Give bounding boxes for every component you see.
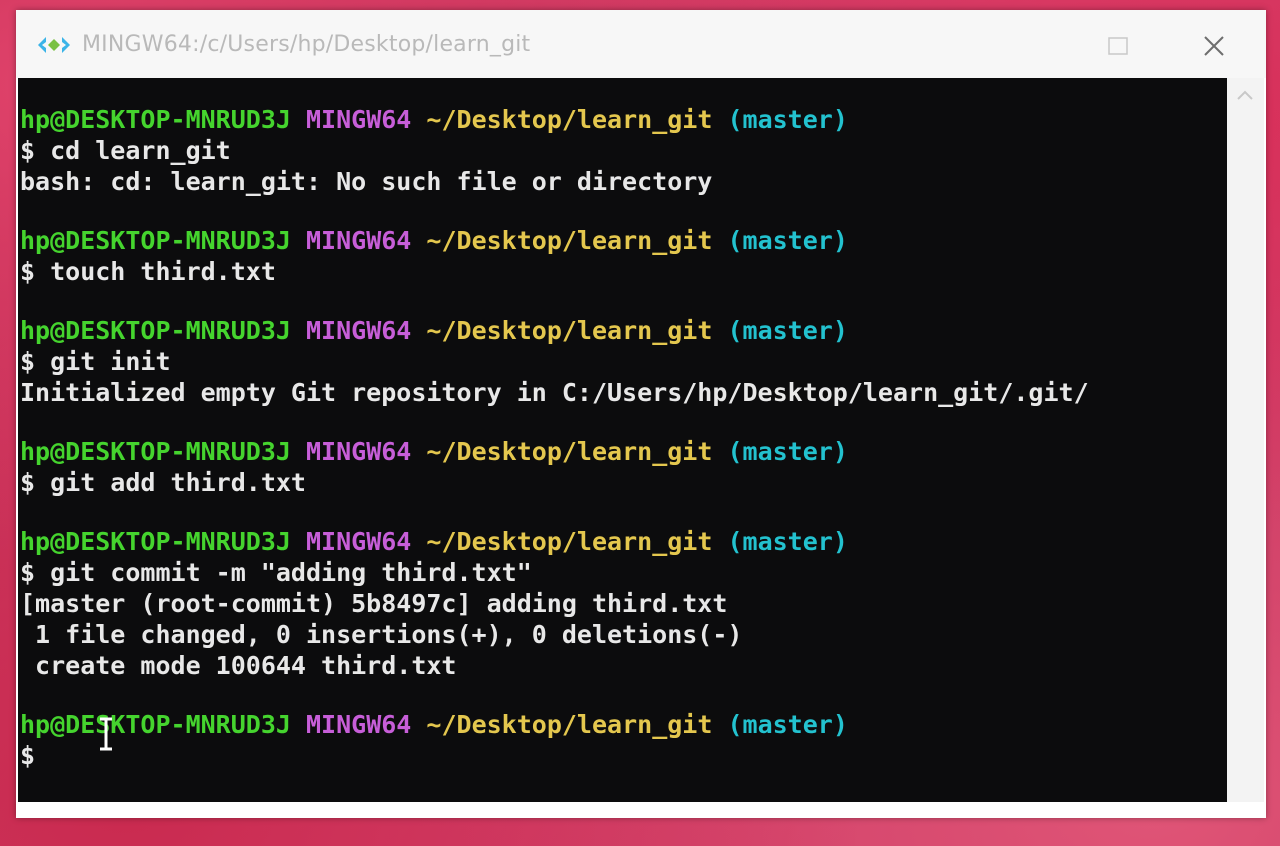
prompt-line: hp@DESKTOP-MNRUD3J MINGW64 ~/Desktop/lea…	[20, 526, 1227, 557]
prompt-branch: (master)	[727, 437, 848, 466]
maximize-icon	[1108, 37, 1128, 55]
prompt-line: hp@DESKTOP-MNRUD3J MINGW64 ~/Desktop/lea…	[20, 225, 1227, 256]
prompt-user: hp@DESKTOP-MNRUD3J	[20, 316, 291, 345]
command-line: $ git init	[20, 347, 171, 376]
prompt-shell: MINGW64	[306, 710, 412, 739]
prompt-user: hp@DESKTOP-MNRUD3J	[20, 437, 291, 466]
prompt-line: hp@DESKTOP-MNRUD3J MINGW64 ~/Desktop/lea…	[20, 315, 1227, 346]
prompt-path: ~/Desktop/learn_git	[426, 105, 713, 134]
vertical-scrollbar[interactable]	[1227, 78, 1264, 802]
command-line: $ git add third.txt	[20, 468, 306, 497]
prompt-path: ~/Desktop/learn_git	[426, 437, 713, 466]
maximize-button[interactable]	[1096, 26, 1140, 66]
terminal-window: MINGW64:/c/Users/hp/Desktop/learn_git hp…	[16, 10, 1266, 818]
prompt-branch: (master)	[727, 316, 848, 345]
command-line: $ cd learn_git	[20, 136, 231, 165]
close-button[interactable]	[1192, 26, 1236, 66]
prompt-path: ~/Desktop/learn_git	[426, 710, 713, 739]
prompt-branch: (master)	[727, 226, 848, 255]
command-block: hp@DESKTOP-MNRUD3J MINGW64 ~/Desktop/lea…	[20, 526, 1227, 681]
prompt-line: hp@DESKTOP-MNRUD3J MINGW64 ~/Desktop/lea…	[20, 709, 1227, 740]
title-bar[interactable]: MINGW64:/c/Users/hp/Desktop/learn_git	[16, 10, 1266, 78]
terminal-output[interactable]: hp@DESKTOP-MNRUD3J MINGW64 ~/Desktop/lea…	[18, 78, 1227, 802]
prompt-shell: MINGW64	[306, 437, 412, 466]
window-title: MINGW64:/c/Users/hp/Desktop/learn_git	[82, 32, 531, 57]
prompt-shell: MINGW64	[306, 105, 412, 134]
command-block: hp@DESKTOP-MNRUD3J MINGW64 ~/Desktop/lea…	[20, 225, 1227, 287]
text-cursor-icon	[100, 717, 112, 751]
prompt-user: hp@DESKTOP-MNRUD3J	[20, 226, 291, 255]
mingw-icon	[38, 37, 70, 53]
command-block: hp@DESKTOP-MNRUD3J MINGW64 ~/Desktop/lea…	[20, 315, 1227, 408]
prompt-line: hp@DESKTOP-MNRUD3J MINGW64 ~/Desktop/lea…	[20, 436, 1227, 467]
prompt-user: hp@DESKTOP-MNRUD3J	[20, 710, 291, 739]
output-line: create mode 100644 third.txt	[20, 651, 457, 680]
prompt-shell: MINGW64	[306, 316, 412, 345]
command-line: $ touch third.txt	[20, 257, 276, 286]
close-icon	[1204, 36, 1224, 56]
prompt-path: ~/Desktop/learn_git	[426, 527, 713, 556]
command-block: hp@DESKTOP-MNRUD3J MINGW64 ~/Desktop/lea…	[20, 436, 1227, 498]
prompt-path: ~/Desktop/learn_git	[426, 226, 713, 255]
prompt-path: ~/Desktop/learn_git	[426, 316, 713, 345]
current-prompt: hp@DESKTOP-MNRUD3J MINGW64 ~/Desktop/lea…	[20, 709, 1227, 771]
prompt-line: hp@DESKTOP-MNRUD3J MINGW64 ~/Desktop/lea…	[20, 104, 1227, 135]
output-line: Initialized empty Git repository in C:/U…	[20, 378, 1089, 407]
prompt-user: hp@DESKTOP-MNRUD3J	[20, 527, 291, 556]
output-line: bash: cd: learn_git: No such file or dir…	[20, 167, 713, 196]
prompt-shell: MINGW64	[306, 527, 412, 556]
command-line: $ git commit -m "adding third.txt"	[20, 558, 532, 587]
prompt-user: hp@DESKTOP-MNRUD3J	[20, 105, 291, 134]
output-line: 1 file changed, 0 insertions(+), 0 delet…	[20, 620, 743, 649]
prompt-branch: (master)	[727, 527, 848, 556]
output-line: [master (root-commit) 5b8497c] adding th…	[20, 589, 728, 618]
command-block: hp@DESKTOP-MNRUD3J MINGW64 ~/Desktop/lea…	[20, 104, 1227, 197]
prompt-branch: (master)	[727, 105, 848, 134]
prompt-shell: MINGW64	[306, 226, 412, 255]
input-line[interactable]: $	[20, 740, 1227, 771]
chevron-up-icon[interactable]	[1235, 88, 1255, 102]
prompt-branch: (master)	[727, 710, 848, 739]
